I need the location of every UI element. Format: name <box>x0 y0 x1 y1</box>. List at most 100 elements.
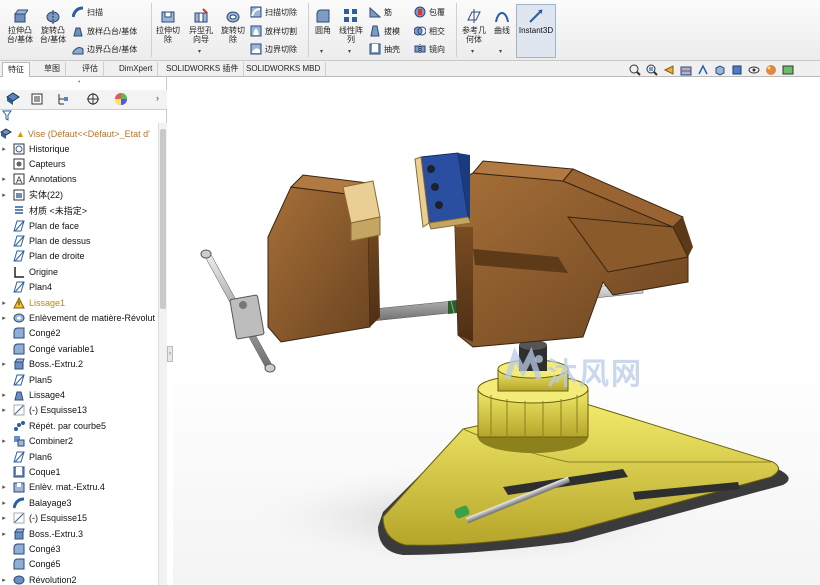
dynamic-annotation-icon[interactable] <box>696 64 709 77</box>
expand-arrow-icon[interactable]: ▸ <box>0 360 8 368</box>
expand-arrow-icon[interactable]: ▸ <box>0 191 8 199</box>
tree-item[interactable]: Congé variable1 <box>0 341 158 356</box>
intersect-button[interactable]: 相交 <box>414 24 445 38</box>
tree-item[interactable]: Congé2 <box>0 326 158 341</box>
mirror-button[interactable]: 镜向 <box>414 42 445 56</box>
wrap-button[interactable]: 包覆 <box>414 5 445 19</box>
tree-root-part[interactable]: ▲ Vise (Défaut<<Défaut>_Etat d' <box>0 126 158 141</box>
expand-arrow-icon[interactable]: ▸ <box>0 437 8 445</box>
revolve-boss-button[interactable]: 旋转凸 台/基体 <box>37 8 69 44</box>
tree-item[interactable]: ▸ Boss.-Extru.3 <box>0 526 158 541</box>
panel-expand-chevron-icon[interactable]: › <box>156 93 159 103</box>
panel-grip-icon[interactable]: • <box>78 79 80 86</box>
tree-item[interactable]: ▸ Enlèv. mat.-Extru.4 <box>0 480 158 495</box>
linear-pattern-button[interactable]: 线性阵 列 <box>337 8 365 44</box>
tree-item[interactable]: Coque1 <box>0 464 158 479</box>
tree-item[interactable]: Plan6 <box>0 449 158 464</box>
tree-item[interactable]: ▸ Lissage4 <box>0 387 158 402</box>
boundary-boss-button[interactable]: 边界凸台/基体 <box>72 42 137 56</box>
scrollbar-thumb[interactable] <box>160 129 166 309</box>
view-orientation-icon[interactable] <box>713 64 726 77</box>
tree-item[interactable]: Capteurs <box>0 156 158 171</box>
revolve-cut-button[interactable]: 旋转切 除 <box>218 8 248 44</box>
tree-item[interactable]: Plan de dessus <box>0 233 158 248</box>
reference-geometry-button[interactable]: 参考几 何体 <box>459 8 489 44</box>
tree-item[interactable]: ▸ Révolution2 <box>0 572 158 585</box>
tree-item[interactable]: Plan5 <box>0 372 158 387</box>
expand-arrow-icon[interactable]: ▸ <box>0 314 8 322</box>
configuration-manager-tab[interactable] <box>52 92 74 108</box>
tree-item[interactable]: Plan de face <box>0 218 158 233</box>
tab-solidworks-mbd[interactable]: SOLIDWORKS MBD <box>241 62 327 77</box>
tree-item[interactable]: ▸ Lissage1 <box>0 295 158 310</box>
tree-item[interactable]: ▸ (-) Esquisse15 <box>0 511 158 526</box>
hole-wizard-dropdown[interactable]: ▾ <box>198 48 201 55</box>
tree-filter[interactable] <box>0 110 167 122</box>
tree-item[interactable]: ▸ A Annotations <box>0 172 158 187</box>
lofted-cut-button[interactable]: 放样切割 <box>250 24 297 38</box>
tree-item[interactable]: Congé5 <box>0 557 158 572</box>
boundary-cut-button[interactable]: 边界切除 <box>250 42 297 56</box>
tree-item[interactable]: ▸ Enlèvement de matière-Révolut <box>0 310 158 325</box>
feature-manager-tab[interactable] <box>2 92 24 108</box>
tree-item[interactable]: ▸ 实体(22) <box>0 187 158 202</box>
expand-arrow-icon[interactable]: ▸ <box>0 406 8 414</box>
display-style-icon[interactable] <box>730 64 743 77</box>
tab-solidworks-addins[interactable]: SOLIDWORKS 插件 <box>161 62 245 77</box>
section-view-icon[interactable] <box>679 64 692 77</box>
extrude-cut-button[interactable]: 拉伸切 除 <box>153 8 183 44</box>
loft-boss-button[interactable]: 放样凸台/基体 <box>72 24 137 38</box>
curves-dropdown[interactable]: ▾ <box>499 48 502 55</box>
tree-item[interactable]: Plan4 <box>0 280 158 295</box>
expand-arrow-icon[interactable]: ▸ <box>0 175 8 183</box>
tree-item[interactable]: Origine <box>0 264 158 279</box>
property-manager-tab[interactable] <box>26 92 48 108</box>
zoom-to-area-icon[interactable] <box>645 64 658 77</box>
tab-features[interactable]: 特征 <box>2 62 30 77</box>
expand-arrow-icon[interactable]: ▸ <box>0 483 8 491</box>
shell-button[interactable]: 抽壳 <box>369 42 400 56</box>
apply-scene-icon[interactable] <box>781 64 794 77</box>
expand-arrow-icon[interactable]: ▸ <box>0 514 8 522</box>
draft-button[interactable]: 拔模 <box>369 24 400 38</box>
extrude-boss-button[interactable]: 拉伸凸 台/基体 <box>3 8 37 44</box>
tree-item[interactable]: ▸ Combiner2 <box>0 434 158 449</box>
previous-view-icon[interactable] <box>662 64 675 77</box>
swept-cut-button[interactable]: 扫描切除 <box>250 5 297 19</box>
tree-item[interactable]: ▸ Historique <box>0 141 158 156</box>
expand-arrow-icon[interactable]: ▸ <box>0 499 8 507</box>
rib-button[interactable]: 筋 <box>369 5 392 19</box>
expand-arrow-icon[interactable]: ▸ <box>0 530 8 538</box>
expand-arrow-icon[interactable]: ▸ <box>0 391 8 399</box>
tree-scrollbar[interactable] <box>158 123 167 585</box>
tab-sketch[interactable]: 草图 <box>39 62 66 77</box>
dimxpert-manager-tab[interactable] <box>82 92 104 108</box>
hide-show-items-icon[interactable] <box>747 64 760 77</box>
fillet-button[interactable]: 圆角 <box>311 8 335 35</box>
tree-item[interactable]: 材质 <未指定> <box>0 203 158 218</box>
tab-evaluate[interactable]: 评估 <box>77 62 104 77</box>
zoom-to-fit-icon[interactable] <box>628 64 641 77</box>
sweep-button[interactable]: 扫描 <box>72 5 103 19</box>
display-manager-icon <box>114 92 128 108</box>
instant3d-button[interactable]: Instant3D <box>516 4 556 58</box>
hole-wizard-button[interactable]: 异型孔 向导 <box>185 8 217 44</box>
tree-item[interactable]: ▸ Boss.-Extru.2 <box>0 357 158 372</box>
tree-item[interactable]: Plan de droite <box>0 249 158 264</box>
curves-button[interactable]: 曲线 <box>491 8 513 35</box>
expand-arrow-icon[interactable]: ▸ <box>0 576 8 584</box>
tree-item[interactable]: Congé3 <box>0 541 158 556</box>
tab-dimxpert[interactable]: DimXpert <box>114 62 159 77</box>
display-manager-tab[interactable] <box>110 92 132 108</box>
graphics-area[interactable]: 沐风网 <box>173 77 820 585</box>
tree-item[interactable]: ▸ (-) Esquisse13 <box>0 403 158 418</box>
reference-geometry-dropdown[interactable]: ▾ <box>471 48 474 55</box>
linear-pattern-dropdown[interactable]: ▾ <box>348 48 351 55</box>
tree-item[interactable]: Répét. par courbe5 <box>0 418 158 433</box>
tree-item[interactable]: ▸ Balayage3 <box>0 495 158 510</box>
sweep-label: 扫描 <box>87 7 103 17</box>
fillet-dropdown[interactable]: ▾ <box>320 48 323 55</box>
expand-arrow-icon[interactable]: ▸ <box>0 145 8 153</box>
edit-appearance-icon[interactable] <box>764 64 777 77</box>
expand-arrow-icon[interactable]: ▸ <box>0 299 8 307</box>
